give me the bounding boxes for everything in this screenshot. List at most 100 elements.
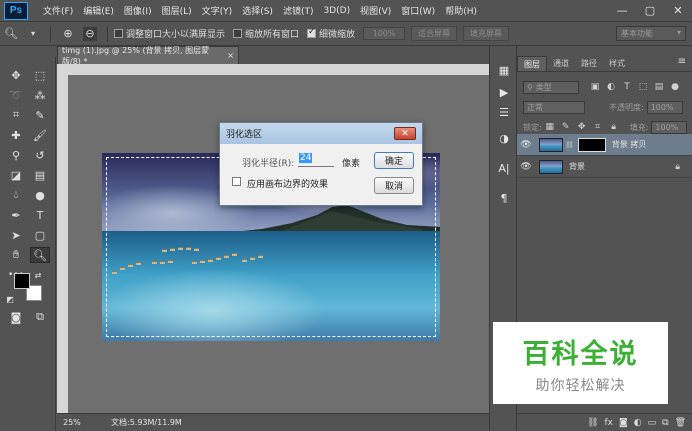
- menu-view[interactable]: 视图(V): [355, 4, 396, 17]
- fit-screen-button[interactable]: 适合屏幕: [411, 26, 458, 41]
- workspace-select[interactable]: 基本功能 ▾: [616, 26, 686, 41]
- character-icon[interactable]: A|: [496, 160, 512, 176]
- shape-tool-icon[interactable]: ▢: [30, 227, 50, 243]
- close-window-button[interactable]: ✕: [664, 0, 692, 22]
- lock-image-icon[interactable]: ✎: [560, 121, 572, 133]
- chevron-down-icon[interactable]: ▾: [26, 27, 40, 41]
- eyedropper-icon[interactable]: ✎: [30, 107, 50, 123]
- eraser-icon[interactable]: ◪: [6, 167, 26, 183]
- blur-tool-icon[interactable]: 💧︎: [6, 187, 26, 203]
- move-tool-icon[interactable]: ✥: [6, 67, 26, 83]
- feather-radius-input[interactable]: 24: [298, 153, 334, 167]
- quick-mask-icon[interactable]: ◙: [6, 309, 26, 325]
- fill-screen-button[interactable]: 填充屏幕: [463, 26, 510, 41]
- link-icon[interactable]: ⛓: [587, 418, 598, 428]
- type-filter-icon[interactable]: T: [621, 81, 633, 93]
- close-tab-icon[interactable]: ×: [227, 51, 234, 60]
- dialog-close-button[interactable]: ✕: [394, 127, 416, 140]
- dialog-titlebar[interactable]: 羽化选区 ✕: [220, 123, 422, 144]
- color-icon[interactable]: ◑: [496, 130, 512, 146]
- eye-icon[interactable]: 👁︎: [517, 140, 535, 150]
- type-tool-icon[interactable]: T: [30, 207, 50, 223]
- crop-tool-icon[interactable]: ⌗: [6, 107, 26, 123]
- path-select-icon[interactable]: ➤: [6, 227, 26, 243]
- menu-filter[interactable]: 滤镜(T): [278, 4, 319, 17]
- lock-transparent-icon[interactable]: ▦: [544, 121, 556, 133]
- trash-icon[interactable]: 🗑︎: [675, 418, 686, 428]
- zoom-tool-icon[interactable]: 🔍︎: [30, 247, 50, 263]
- shape-filter-icon[interactable]: ⬚: [637, 81, 649, 93]
- tab-styles[interactable]: 样式: [603, 56, 631, 71]
- adjustment-icon[interactable]: ◐: [634, 418, 642, 428]
- hand-tool-icon[interactable]: ✋︎: [6, 247, 26, 263]
- lock-artboard-icon[interactable]: ⌗: [592, 121, 604, 133]
- foreground-color-swatch[interactable]: [14, 273, 30, 289]
- pen-tool-icon[interactable]: ✒: [6, 207, 26, 223]
- swap-colors-icon[interactable]: ⇄: [32, 269, 44, 281]
- folder-icon[interactable]: ▭: [648, 418, 657, 428]
- filter-toggle-icon[interactable]: ●: [669, 81, 681, 93]
- tab-paths[interactable]: 路径: [575, 56, 603, 71]
- history-brush-icon[interactable]: ↺: [30, 147, 50, 163]
- menu-3d[interactable]: 3D(D): [318, 6, 355, 16]
- layer-row-background[interactable]: 👁︎ 背景 🔒︎: [517, 156, 692, 178]
- screen-mode-icon[interactable]: ⧉: [30, 309, 50, 325]
- ok-button[interactable]: 确定: [374, 152, 414, 169]
- default-colors-icon[interactable]: ◩: [4, 293, 16, 305]
- menu-edit[interactable]: 编辑(E): [78, 4, 119, 17]
- eye-icon[interactable]: 👁︎: [517, 162, 535, 172]
- tab-layers[interactable]: 图层: [517, 56, 547, 71]
- fill-field[interactable]: 100%: [651, 120, 688, 134]
- scrubby-zoom-checkbox[interactable]: [307, 27, 317, 38]
- pixel-filter-icon[interactable]: ▣: [589, 81, 601, 93]
- lock-all-icon[interactable]: 🔒︎: [608, 121, 620, 133]
- panel-tabs: 图层 通道 路径 样式 ≡: [517, 56, 692, 72]
- magic-wand-icon[interactable]: ⁂: [30, 87, 50, 103]
- layer-name: 背景 拷贝: [611, 140, 647, 149]
- menu-window[interactable]: 窗口(W): [396, 4, 440, 17]
- canvas-bounds-checkbox[interactable]: [232, 177, 241, 186]
- brush-tool-icon[interactable]: 🖌︎: [30, 127, 50, 143]
- healing-brush-icon[interactable]: ✚: [6, 127, 26, 143]
- actions-play-icon[interactable]: ▶: [496, 84, 512, 100]
- zoom-in-icon[interactable]: ⊕: [61, 27, 75, 41]
- clone-stamp-icon[interactable]: ⚲: [6, 147, 26, 163]
- properties-icon[interactable]: ☰: [496, 104, 512, 120]
- panel-menu-icon[interactable]: ≡: [678, 56, 686, 71]
- resize-windows-checkbox[interactable]: [114, 29, 123, 38]
- new-layer-icon[interactable]: ⧉: [662, 418, 668, 428]
- zoom-all-checkbox[interactable]: [233, 29, 243, 38]
- menu-select[interactable]: 选择(S): [237, 4, 278, 17]
- filter-kind-select[interactable]: ⚲ 类型: [523, 80, 579, 94]
- adjustment-filter-icon[interactable]: ◐: [605, 81, 617, 93]
- menu-type[interactable]: 文字(Y): [197, 4, 238, 17]
- blend-mode-select[interactable]: 正常: [523, 100, 585, 114]
- tab-channels[interactable]: 通道: [547, 56, 575, 71]
- history-icon[interactable]: ▦: [496, 62, 512, 78]
- lock-position-icon[interactable]: ✥: [576, 121, 588, 133]
- dodge-tool-icon[interactable]: ●: [30, 187, 50, 203]
- restore-button[interactable]: ▢: [636, 0, 664, 22]
- link-icon[interactable]: ⛓: [565, 141, 574, 149]
- zoom-level[interactable]: 25%: [57, 418, 91, 427]
- layer-mask-thumbnail[interactable]: [577, 137, 606, 152]
- menu-file[interactable]: 文件(F): [38, 4, 78, 17]
- gradient-tool-icon[interactable]: ▤: [30, 167, 50, 183]
- marquee-tool-icon[interactable]: ⬚: [30, 67, 50, 83]
- fx-icon[interactable]: fx: [605, 418, 614, 428]
- menu-layer[interactable]: 图层(L): [157, 4, 197, 17]
- document-tab[interactable]: timg (1).jpg @ 25% (背景 拷贝, 图层蒙版/8) * ×: [57, 46, 239, 66]
- zoom-100-button[interactable]: 100%: [363, 27, 406, 40]
- zoom-tool-icon[interactable]: 🔍︎: [4, 27, 18, 41]
- smart-filter-icon[interactable]: ▤: [653, 81, 665, 93]
- zoom-out-icon[interactable]: ⊖: [83, 26, 97, 41]
- lasso-tool-icon[interactable]: ➰: [6, 87, 26, 103]
- menu-image[interactable]: 图像(I): [119, 4, 157, 17]
- menu-help[interactable]: 帮助(H): [440, 4, 482, 17]
- minimize-button[interactable]: —: [608, 0, 636, 22]
- cancel-button[interactable]: 取消: [374, 177, 414, 194]
- mask-icon[interactable]: ◙: [619, 418, 628, 428]
- opacity-field[interactable]: 100%: [646, 100, 683, 114]
- layer-row-background-copy[interactable]: 👁︎ ⛓ 背景 拷贝: [517, 134, 692, 156]
- paragraph-icon[interactable]: ¶: [496, 190, 512, 206]
